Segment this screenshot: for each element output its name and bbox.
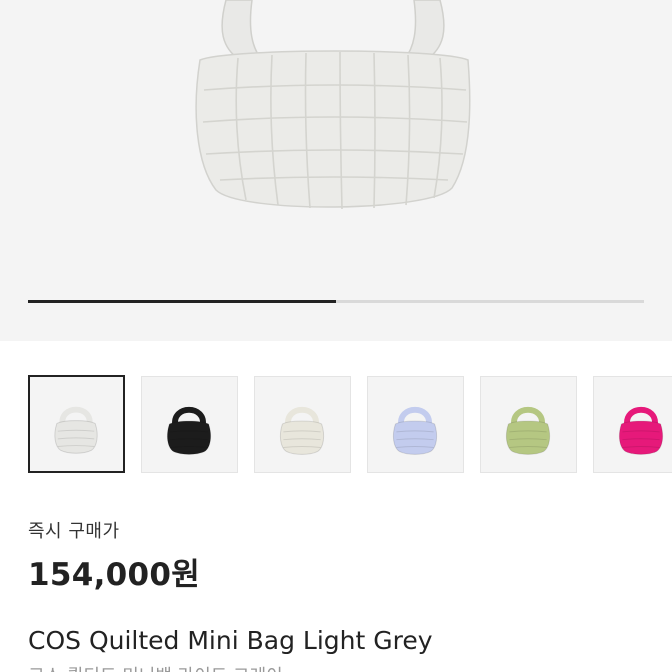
- quilted-bag-cream-icon: [279, 407, 325, 455]
- quilted-bag-green-icon: [505, 407, 551, 455]
- product-subtitle: 코스 퀼티드 미니백 라이트 그레이: [28, 662, 283, 672]
- gallery-progress-track: [28, 300, 644, 303]
- quilted-bag-light-grey-icon: [54, 406, 98, 454]
- quilted-bag-black-icon: [166, 407, 212, 455]
- thumbnail-1[interactable]: [28, 375, 125, 473]
- quilted-bag-pink-icon: [618, 407, 664, 455]
- thumbnail-6[interactable]: [593, 376, 672, 473]
- product-image-gallery[interactable]: [0, 0, 672, 341]
- quilted-bag-light-blue-icon: [392, 407, 438, 455]
- price-value: 154,000원: [28, 557, 201, 593]
- quilted-bag-light-grey-icon: [195, 0, 471, 210]
- price-label: 즉시 구매가: [28, 521, 120, 542]
- thumbnail-strip: [0, 375, 672, 475]
- gallery-progress-fill: [28, 300, 336, 303]
- thumbnail-5[interactable]: [480, 376, 577, 473]
- thumbnail-3[interactable]: [254, 376, 351, 473]
- product-title: COS Quilted Mini Bag Light Grey: [28, 626, 433, 655]
- thumbnail-2[interactable]: [141, 376, 238, 473]
- thumbnail-4[interactable]: [367, 376, 464, 473]
